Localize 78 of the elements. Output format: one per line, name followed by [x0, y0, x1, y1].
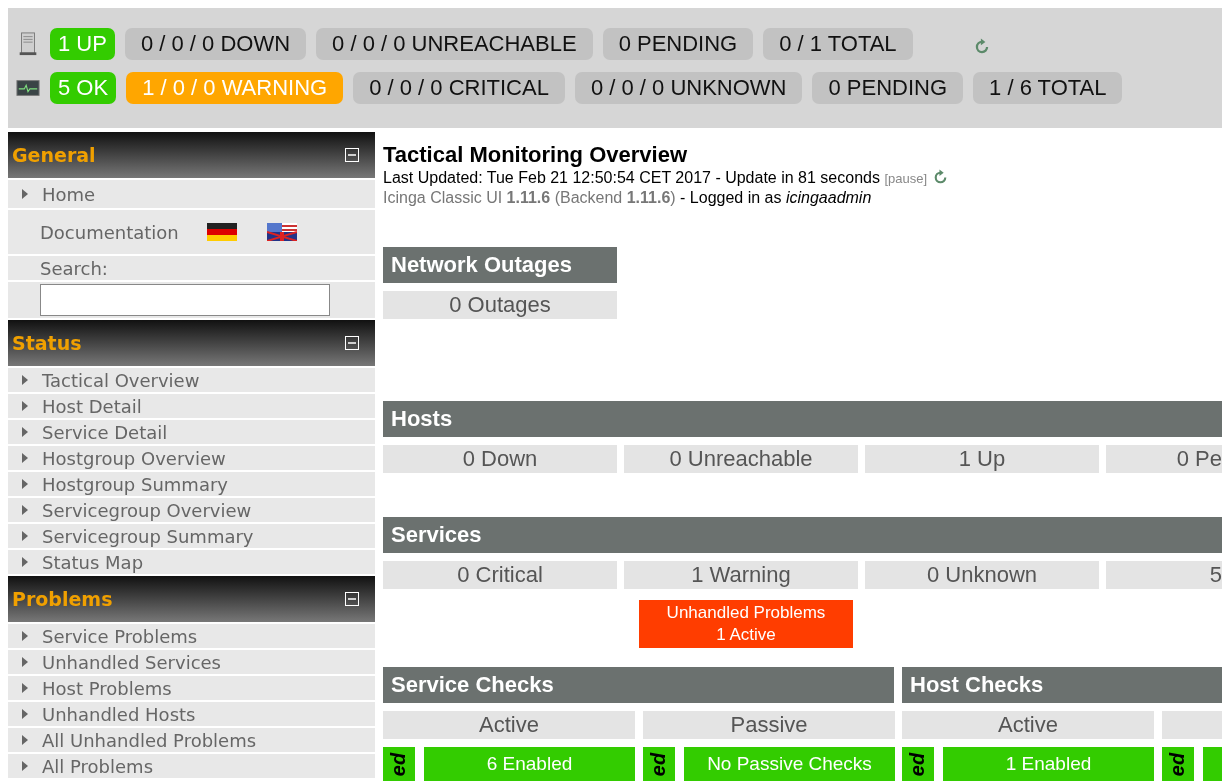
triangle-icon: [22, 427, 28, 437]
sidebar-link[interactable]: Service Problems: [8, 624, 375, 648]
section-header: Services: [383, 517, 1222, 553]
page-title: Tactical Monitoring Overview: [383, 142, 688, 168]
status-count-link[interactable]: 0 PENDING: [812, 72, 964, 104]
status-count-link[interactable]: 0 PENDING: [602, 28, 754, 60]
status-count-link[interactable]: 1 / 6 TOTAL: [973, 72, 1123, 104]
section-title: Problems: [12, 588, 113, 610]
triangle-icon: [22, 631, 28, 641]
status-count-link[interactable]: 0 / 0 / 0 UNREACHABLE: [316, 28, 593, 60]
search-label: Search:: [40, 257, 108, 279]
triangle-icon: [22, 505, 28, 515]
sidebar-link[interactable]: Unhandled Services: [8, 650, 375, 674]
status-label-tag: ed: [383, 747, 415, 781]
count-link[interactable]: 0 Unknown: [865, 561, 1099, 589]
status-label-tag: ed: [1162, 747, 1194, 781]
us-uk-flag-icon[interactable]: [266, 223, 297, 241]
unhandled-problems-link[interactable]: Unhandled Problems 1 Active: [639, 600, 853, 648]
section-header: Network Outages: [383, 247, 617, 283]
column-header: Active: [383, 711, 635, 739]
sidebar-link[interactable]: Status Map: [8, 550, 375, 574]
logged-in-text: - Logged in as icingaadmin: [680, 189, 872, 206]
triangle-icon: [22, 709, 28, 719]
triangle-icon: [22, 189, 28, 199]
german-flag-icon[interactable]: [206, 223, 237, 241]
triangle-icon: [22, 479, 28, 489]
triangle-icon: [22, 735, 28, 745]
status-label-tag: ed: [643, 747, 675, 781]
column-header: Passive: [643, 711, 895, 739]
count-link[interactable]: 0 Outages: [383, 291, 617, 319]
status-count-link[interactable]: 0 / 0 / 0 UNKNOWN: [574, 72, 803, 104]
count-link[interactable]: 1 Up: [865, 445, 1099, 473]
section-header: Service Checks: [383, 667, 894, 703]
column-header: [1162, 711, 1222, 739]
count-link[interactable]: 0 Pe: [1106, 445, 1222, 473]
triangle-icon: [22, 531, 28, 541]
sidebar-link[interactable]: Host Detail: [8, 394, 375, 418]
sidebar-link[interactable]: Servicegroup Summary: [8, 524, 375, 548]
triangle-icon: [22, 657, 28, 667]
status-count-link[interactable]: 0 / 0 / 0 CRITICAL: [353, 72, 565, 104]
section-header: Host Checks: [902, 667, 1222, 703]
count-link[interactable]: 0 Unreachable: [624, 445, 858, 473]
column-header: Active: [902, 711, 1154, 739]
count-link[interactable]: 0 Down: [383, 445, 617, 473]
sidebar-link[interactable]: All Problems: [8, 754, 375, 778]
section-title: General: [12, 144, 96, 166]
count-link[interactable]: 1 Warning: [624, 561, 858, 589]
enabled-bar: [1203, 747, 1222, 781]
triangle-icon: [22, 557, 28, 567]
triangle-icon: [22, 453, 28, 463]
sidebar-link[interactable]: Hostgroup Overview: [8, 446, 375, 470]
sidebar-link[interactable]: All Unhandled Problems: [8, 728, 375, 752]
sidebar-link[interactable]: Service Detail: [8, 420, 375, 444]
section-header: Hosts: [383, 401, 1222, 437]
triangle-icon: [22, 683, 28, 693]
sidebar-link[interactable]: Host Problems: [8, 676, 375, 700]
triangle-icon: [22, 375, 28, 385]
status-count-link[interactable]: 0 / 0 / 0 DOWN: [124, 28, 307, 60]
collapse-icon[interactable]: [345, 336, 359, 350]
sidebar-link[interactable]: Servicegroup Overview: [8, 498, 375, 522]
collapse-icon[interactable]: [345, 592, 359, 606]
version-text: Icinga Classic UI 1.11.6 (Backend 1.11.6): [383, 189, 676, 206]
triangle-icon: [22, 401, 28, 411]
section-title: Status: [12, 332, 82, 354]
count-link[interactable]: 5: [1106, 561, 1222, 589]
sidebar-link[interactable]: Home: [8, 180, 375, 208]
last-updated-text: Last Updated: Tue Feb 21 12:50:54 CET 2017 - Update in 81 seconds: [383, 169, 880, 186]
search-field[interactable]: [40, 284, 330, 316]
sidebar-link[interactable]: Hostgroup Summary: [8, 472, 375, 496]
status-count-link[interactable]: 0 / 1 TOTAL: [763, 28, 913, 60]
triangle-icon: [22, 761, 28, 771]
sidebar-link[interactable]: Tactical Overview: [8, 368, 375, 392]
sidebar-link[interactable]: Unhandled Hosts: [8, 702, 375, 726]
status-label-tag: ed: [902, 747, 934, 781]
pause-link[interactable]: [pause]: [884, 171, 928, 186]
collapse-icon[interactable]: [345, 148, 359, 162]
count-link[interactable]: 0 Critical: [383, 561, 617, 589]
documentation-label: Documentation: [40, 221, 179, 243]
